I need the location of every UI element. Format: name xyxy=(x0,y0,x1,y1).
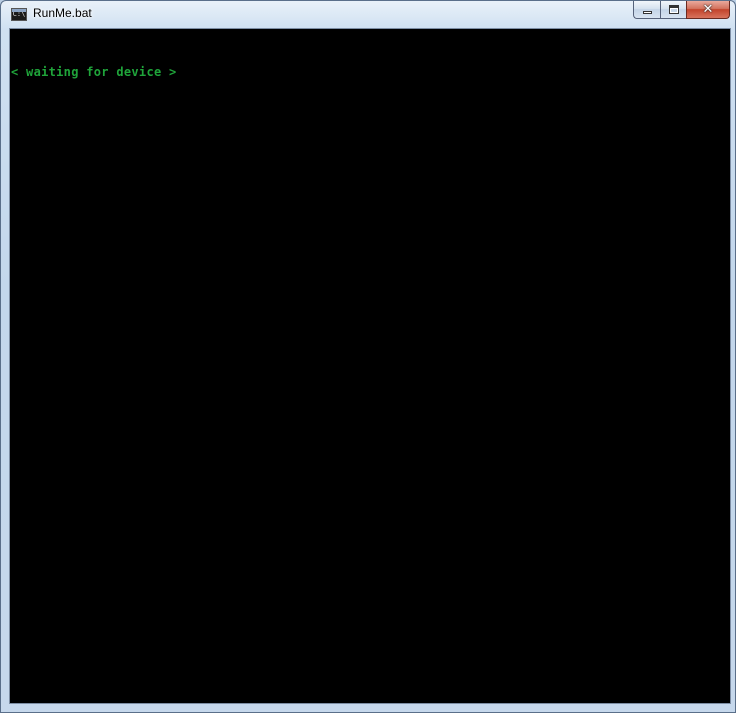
maximize-icon xyxy=(669,5,679,14)
console-icon-bar xyxy=(12,9,26,12)
title-bar[interactable]: C:\ RunMe.bat ✕ xyxy=(1,1,735,27)
close-button[interactable]: ✕ xyxy=(686,1,730,19)
close-icon: ✕ xyxy=(702,2,714,17)
console-line: < waiting for device > xyxy=(11,65,177,79)
console-output[interactable]: < waiting for device > xyxy=(9,28,731,704)
caption-buttons: ✕ xyxy=(633,1,730,19)
maximize-button[interactable] xyxy=(660,1,686,19)
console-icon[interactable]: C:\ xyxy=(11,8,27,21)
window-title: RunMe.bat xyxy=(33,6,92,20)
console-window: C:\ RunMe.bat ✕ < waiting for device > xyxy=(0,0,736,713)
minimize-icon xyxy=(643,11,652,14)
minimize-button[interactable] xyxy=(633,1,660,19)
